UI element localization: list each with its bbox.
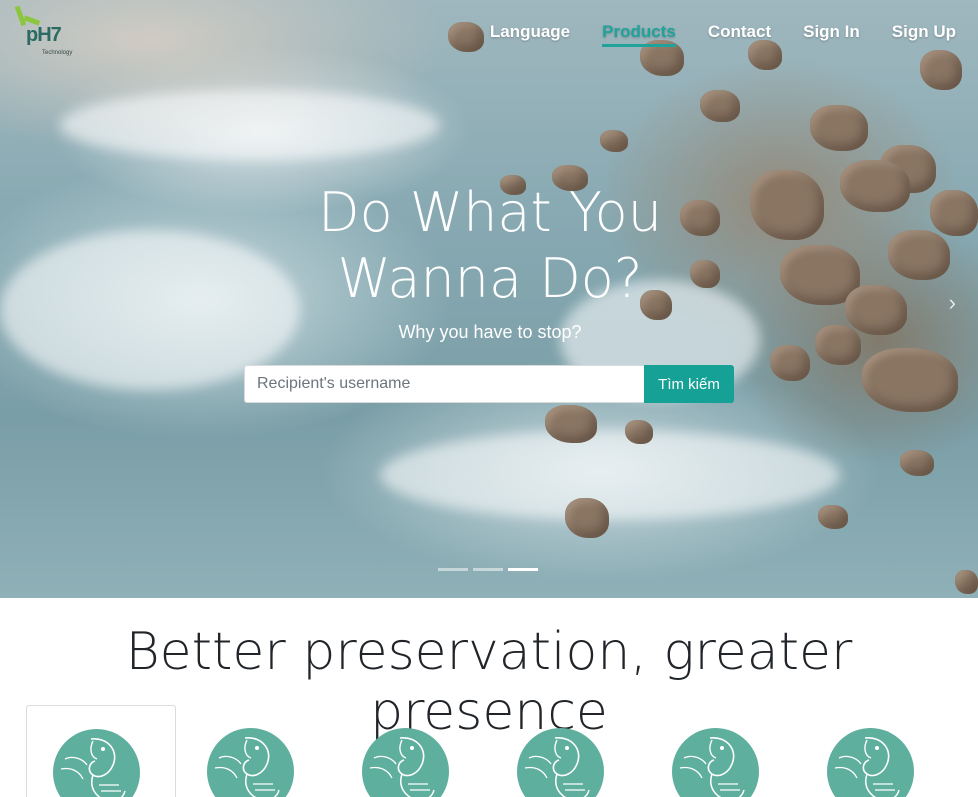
hero-search-group: Tìm kiếm	[244, 365, 734, 403]
shrimp-icon	[207, 728, 294, 797]
rock-decoration	[920, 50, 962, 90]
nav-language[interactable]: Language	[490, 20, 570, 47]
rock-decoration	[625, 420, 653, 444]
rock-decoration	[815, 325, 861, 365]
rock-decoration	[930, 190, 978, 236]
logo-tagline: Technology	[42, 50, 73, 56]
hero-headline-line1: Do What You	[318, 181, 662, 244]
rock-decoration	[565, 498, 609, 538]
carousel-indicator-1[interactable]	[438, 568, 468, 571]
brand-logo[interactable]: pH7 Technology	[14, 4, 80, 62]
rock-decoration	[900, 450, 934, 476]
foam-decoration	[60, 90, 440, 160]
hero-carousel: pH7 Technology Language Products Contact…	[0, 0, 978, 598]
rock-decoration	[750, 170, 824, 240]
hero-headline: Do What You Wanna Do?	[240, 180, 740, 312]
hero-subheadline: Why you have to stop?	[398, 322, 582, 342]
rock-decoration	[818, 505, 848, 529]
shrimp-icon	[517, 728, 604, 797]
product-card[interactable]	[181, 705, 331, 797]
logo-text: pH7	[26, 24, 62, 46]
shrimp-icon	[672, 728, 759, 797]
rock-decoration	[955, 570, 978, 594]
product-cards	[26, 705, 956, 797]
carousel-indicators	[438, 568, 538, 571]
rock-decoration	[770, 345, 810, 381]
search-button[interactable]: Tìm kiếm	[644, 365, 734, 403]
search-input[interactable]	[244, 365, 644, 403]
rock-decoration	[700, 90, 740, 122]
shrimp-icon	[827, 728, 914, 797]
nav-sign-in[interactable]: Sign In	[803, 20, 860, 47]
rock-decoration	[600, 130, 628, 152]
rock-decoration	[840, 160, 910, 212]
nav-sign-up[interactable]: Sign Up	[892, 20, 956, 47]
product-card[interactable]	[491, 705, 641, 797]
rock-decoration	[545, 405, 597, 443]
foam-decoration	[380, 430, 840, 520]
product-card[interactable]	[801, 705, 951, 797]
nav-contact[interactable]: Contact	[708, 20, 771, 47]
product-card[interactable]	[336, 705, 486, 797]
rock-decoration	[810, 105, 868, 151]
shrimp-icon	[362, 728, 449, 797]
carousel-next-icon[interactable]: ›	[949, 290, 956, 316]
product-card[interactable]	[26, 705, 176, 797]
rock-decoration	[888, 230, 950, 280]
product-card[interactable]	[646, 705, 796, 797]
carousel-indicator-3[interactable]	[508, 568, 538, 571]
carousel-indicator-2[interactable]	[473, 568, 503, 571]
shrimp-icon	[53, 729, 140, 797]
hero-headline-line2: Wanna Do?	[337, 247, 643, 310]
main-nav: Language Products Contact Sign In Sign U…	[458, 20, 956, 47]
rock-decoration	[845, 285, 907, 335]
rock-decoration	[862, 348, 958, 412]
nav-products[interactable]: Products	[602, 20, 676, 47]
